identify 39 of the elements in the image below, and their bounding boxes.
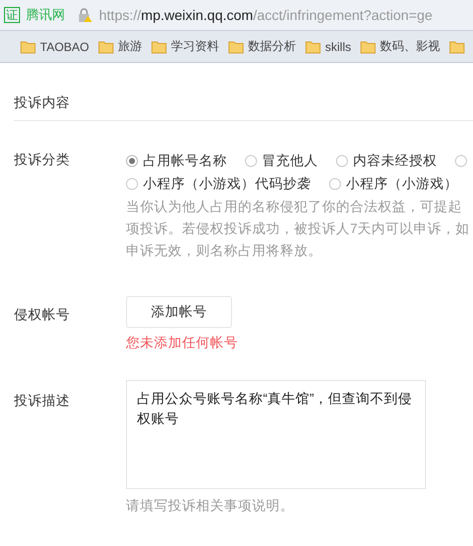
radio-button[interactable] — [126, 154, 138, 166]
error-message: 您未添加任何帐号 — [126, 334, 238, 352]
bookmark-item[interactable]: TAOBAO — [20, 40, 90, 54]
description-field[interactable]: 占用公众号账号名称“真牛馆”，但查询不到侵权账号 — [126, 380, 426, 489]
folder-icon — [151, 40, 168, 54]
folder-icon — [228, 40, 244, 54]
radio-label[interactable]: 小程序（小游戏） — [346, 174, 458, 192]
field-label: 侵权帐号 — [14, 306, 71, 324]
radio-button[interactable] — [455, 154, 467, 166]
hint-text: 请填写投诉相关事项说明。 — [126, 497, 295, 515]
folder-icon — [360, 40, 376, 54]
radio-label[interactable]: 小程序（小游戏）代码抄袭 — [143, 174, 311, 192]
radio-button[interactable] — [245, 154, 257, 166]
help-text: 当你认为他人占用的名称侵犯了你的合法权益，可提起 — [126, 198, 463, 216]
section-title: 投诉内容 — [14, 63, 473, 121]
bookmark-item[interactable]: 数据分析 — [228, 38, 296, 55]
radio-label[interactable]: 冒充他人 — [262, 152, 318, 170]
bookmark-item[interactable]: skills — [305, 40, 352, 54]
radio-button[interactable] — [126, 178, 138, 190]
bookmark-item[interactable]: 旅游 — [98, 38, 142, 55]
folder-icon — [98, 40, 114, 54]
address-url[interactable]: https://mp.weixin.qq.com/acct/infringement?action=ge — [99, 7, 432, 23]
help-text: 申诉无效，则名称占用将释放。 — [126, 242, 323, 260]
bookmark-item[interactable]: 学习资料 — [151, 38, 220, 55]
folder-icon — [449, 40, 466, 54]
field-label: 投诉描述 — [14, 392, 71, 410]
radio-button[interactable] — [336, 154, 348, 166]
add-account-button[interactable]: 添加帐号 — [126, 296, 232, 328]
field-label: 投诉分类 — [14, 151, 71, 169]
folder-icon — [20, 40, 36, 54]
radio-button[interactable] — [329, 178, 341, 190]
radio-label[interactable]: 内容未经授权 — [353, 152, 437, 170]
site-name: 腾讯网 — [26, 6, 65, 24]
folder-icon — [305, 40, 322, 54]
lock-warning-icon — [77, 7, 93, 23]
radio-label[interactable]: 占用帐号名称 — [143, 152, 227, 170]
site-badge: 证 — [4, 7, 20, 23]
bookmark-item[interactable]: 数码、影视 — [360, 38, 440, 55]
help-text: 项投诉。若侵权投诉成功，被投诉人7天内可以申诉，如 — [126, 220, 470, 238]
